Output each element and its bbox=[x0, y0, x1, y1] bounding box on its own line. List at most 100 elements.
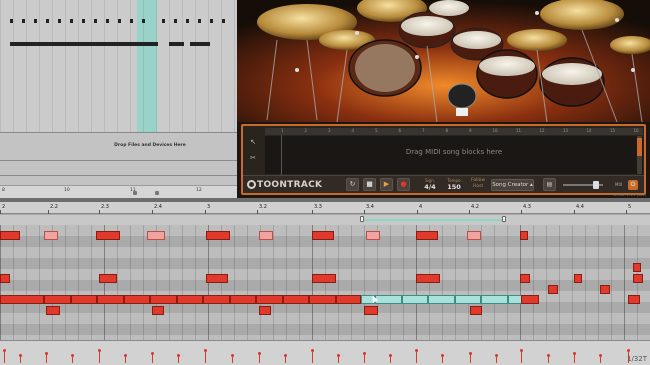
loop-button[interactable]: ↻ bbox=[346, 178, 359, 191]
velocity-bar[interactable] bbox=[3, 349, 6, 363]
midi-note[interactable] bbox=[416, 274, 440, 283]
midi-note[interactable] bbox=[312, 274, 336, 283]
midi-note[interactable] bbox=[470, 306, 482, 315]
velocity-bar[interactable] bbox=[231, 354, 234, 363]
loop-start-marker[interactable] bbox=[133, 191, 137, 195]
loop-region[interactable] bbox=[137, 0, 157, 132]
record-button[interactable]: ● bbox=[397, 178, 410, 191]
midi-note[interactable] bbox=[124, 295, 150, 304]
midi-note-selected[interactable] bbox=[402, 295, 428, 304]
midi-note[interactable] bbox=[150, 295, 177, 304]
midi-loop-strip[interactable] bbox=[0, 215, 650, 225]
midi-ruler[interactable]: 2 2.2 2.3 2.4 3 3.2 3.3 3.4 4 4.2 4.3 4.4 5 bbox=[0, 202, 650, 214]
loop-start-handle[interactable] bbox=[360, 216, 364, 222]
velocity-bar[interactable] bbox=[415, 349, 418, 363]
midi-note[interactable] bbox=[633, 263, 641, 272]
midi-note[interactable] bbox=[152, 306, 164, 315]
velocity-bar[interactable] bbox=[469, 352, 472, 363]
velocity-bar[interactable] bbox=[98, 349, 101, 363]
midi-note[interactable] bbox=[177, 295, 203, 304]
velocity-bar[interactable] bbox=[284, 354, 287, 363]
velocity-bar[interactable] bbox=[363, 352, 366, 363]
midi-note[interactable] bbox=[71, 295, 97, 304]
midi-note[interactable] bbox=[96, 231, 120, 240]
velocity-bar[interactable] bbox=[441, 354, 444, 363]
expand-button[interactable]: ▤ bbox=[543, 178, 556, 191]
volume-slider-knob[interactable] bbox=[593, 181, 599, 189]
midi-note[interactable] bbox=[312, 231, 334, 240]
follow-host-toggle[interactable]: Follow Host bbox=[467, 178, 489, 190]
midi-note[interactable] bbox=[206, 274, 228, 283]
scissors-tool-icon[interactable]: ✂ bbox=[245, 154, 261, 162]
velocity-bar[interactable] bbox=[627, 349, 630, 363]
midi-note[interactable] bbox=[521, 295, 539, 304]
power-icon[interactable]: ⏻ bbox=[628, 180, 638, 190]
velocity-bar[interactable] bbox=[151, 352, 154, 363]
midi-note[interactable] bbox=[467, 231, 481, 240]
midi-note-selected[interactable] bbox=[455, 295, 481, 304]
midi-note-selected[interactable] bbox=[481, 295, 508, 304]
velocity-bar[interactable] bbox=[45, 352, 48, 363]
velocity-bar[interactable] bbox=[258, 352, 261, 363]
midi-note-selected[interactable] bbox=[375, 295, 402, 304]
velocity-bar[interactable] bbox=[19, 354, 22, 363]
midi-note[interactable] bbox=[628, 295, 640, 304]
velocity-bar[interactable] bbox=[495, 354, 498, 363]
midi-note[interactable] bbox=[283, 295, 309, 304]
velocity-bar[interactable] bbox=[599, 354, 602, 363]
time-signature[interactable]: Sign. 4/4 bbox=[420, 178, 440, 191]
song-timeline[interactable]: 1 2 3 4 5 6 7 8 9 10 11 12 13 14 15 16 bbox=[265, 128, 643, 135]
midi-note[interactable] bbox=[416, 231, 438, 240]
midi-note[interactable] bbox=[0, 231, 20, 240]
pointer-tool-icon[interactable]: ↖ bbox=[245, 138, 261, 146]
velocity-bar[interactable] bbox=[337, 354, 340, 363]
scrollbar-thumb[interactable] bbox=[637, 138, 642, 156]
loop-end-handle[interactable] bbox=[502, 216, 506, 222]
midi-note[interactable] bbox=[600, 285, 610, 294]
midi-note[interactable] bbox=[44, 295, 71, 304]
midi-note[interactable] bbox=[259, 231, 273, 240]
song-creator-button[interactable]: Song Creator ▴ bbox=[491, 179, 534, 191]
midi-note[interactable] bbox=[97, 295, 124, 304]
midi-note-selected[interactable] bbox=[428, 295, 455, 304]
midi-note[interactable] bbox=[633, 274, 643, 283]
midi-note[interactable] bbox=[230, 295, 256, 304]
midi-note[interactable] bbox=[206, 231, 230, 240]
midi-note[interactable] bbox=[520, 274, 530, 283]
midi-note[interactable] bbox=[44, 231, 58, 240]
midi-note[interactable] bbox=[147, 231, 165, 240]
midi-note[interactable] bbox=[366, 231, 380, 240]
midi-note[interactable] bbox=[0, 274, 10, 283]
midi-note[interactable] bbox=[574, 274, 582, 283]
play-button[interactable]: ▶ bbox=[380, 178, 393, 191]
velocity-bar[interactable] bbox=[71, 354, 74, 363]
midi-note[interactable] bbox=[46, 306, 60, 315]
midi-note[interactable] bbox=[256, 295, 283, 304]
drum-kit-image[interactable] bbox=[237, 0, 650, 122]
arrangement-ruler[interactable]: 8 10 11 12 bbox=[0, 185, 237, 198]
song-scrollbar[interactable] bbox=[637, 136, 642, 174]
piano-roll-grid[interactable] bbox=[0, 225, 650, 340]
midi-note[interactable] bbox=[259, 306, 271, 315]
arrangement-view[interactable]: Drop Files and Devices Here 8 10 11 12 bbox=[0, 0, 237, 198]
velocity-bar[interactable] bbox=[177, 354, 180, 363]
loop-brace[interactable] bbox=[362, 219, 504, 221]
loop-end-marker[interactable] bbox=[155, 191, 159, 195]
velocity-bar[interactable] bbox=[520, 349, 523, 363]
velocity-bar[interactable] bbox=[124, 354, 127, 363]
velocity-bar[interactable] bbox=[204, 349, 207, 363]
stop-button[interactable]: ■ bbox=[363, 178, 376, 191]
velocity-lane[interactable]: 1/32T bbox=[0, 340, 650, 365]
midi-note[interactable] bbox=[336, 295, 361, 304]
grid-resolution[interactable]: 1/32T bbox=[627, 355, 647, 363]
master-volume-slider[interactable] bbox=[563, 181, 603, 189]
velocity-bar[interactable] bbox=[547, 354, 550, 363]
velocity-bar[interactable] bbox=[573, 352, 576, 363]
midi-note[interactable] bbox=[203, 295, 230, 304]
midi-note[interactable] bbox=[99, 274, 117, 283]
tempo-display[interactable]: Tempo 150 bbox=[443, 178, 465, 191]
midi-note[interactable] bbox=[0, 295, 44, 304]
midi-note[interactable] bbox=[364, 306, 378, 315]
midi-note[interactable] bbox=[309, 295, 336, 304]
midi-note[interactable] bbox=[520, 231, 528, 240]
